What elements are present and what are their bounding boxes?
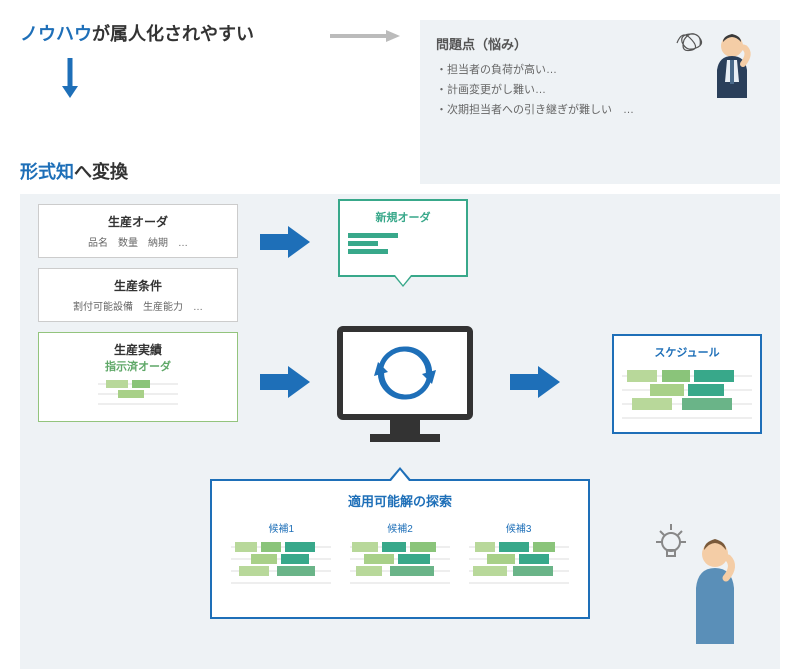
arrow-right-gray-icon (330, 28, 400, 184)
candidate-label: 候補2 (350, 520, 450, 535)
headline-knowhow: ノウハウが属人化されやすい (20, 20, 300, 46)
schedule-title: スケジュール (622, 344, 752, 360)
new-order-box: 新規オーダ (338, 199, 468, 277)
new-order-title: 新規オーダ (348, 209, 458, 225)
candidate-3: 候補3 (469, 520, 569, 594)
box-sub: 品名 数量 納期 … (49, 234, 227, 249)
thinking-person-icon (680, 534, 750, 659)
candidate-1: 候補1 (231, 520, 331, 594)
candidate-gantt-icon (350, 541, 450, 589)
main-diagram: 生産オーダ 品名 数量 納期 … 生産条件 割付可能設備 生産能力 … 生産実績… (20, 194, 780, 669)
schedule-box: スケジュール (612, 334, 762, 434)
search-title: 適用可能解の探索 (222, 491, 578, 510)
headline-blue-text: ノウハウ (20, 24, 92, 44)
headline-rest-text: が属人化されやすい (92, 24, 254, 44)
box-title: 生産実績 (49, 341, 227, 358)
problem-box: 問題点（悩み） ・担当者の負荷が高い… ・計画変更がし難い… ・次期担当者への引… (420, 20, 780, 184)
schedule-gantt-icon (622, 368, 752, 423)
monitor-icon (330, 324, 480, 459)
candidate-label: 候補1 (231, 520, 331, 535)
production-condition-box: 生産条件 割付可能設備 生産能力 … (38, 268, 238, 322)
headline-formalize: 形式知へ変換 (20, 158, 300, 184)
box-sub-green: 指示済オーダ (49, 358, 227, 374)
arrow-right-icon (260, 364, 310, 405)
candidate-gantt-icon (231, 541, 331, 589)
arrow-right-icon (510, 364, 560, 405)
production-result-box: 生産実績 指示済オーダ (38, 332, 238, 422)
worried-person-icon (705, 30, 760, 115)
search-solutions-box: 適用可能解の探索 候補1 候補2 (210, 479, 590, 619)
production-order-box: 生産オーダ 品名 数量 納期 … (38, 204, 238, 258)
candidate-label: 候補3 (469, 520, 569, 535)
new-order-bars-icon (348, 233, 458, 254)
arrow-right-icon (260, 224, 310, 265)
headline2-blue-text: 形式知 (20, 162, 74, 182)
arrow-down-icon (60, 58, 300, 103)
box-sub: 割付可能設備 生産能力 … (49, 298, 227, 313)
mini-gantt-icon (98, 378, 178, 413)
headline2-rest-text: へ変換 (74, 162, 128, 182)
box-title: 生産条件 (49, 277, 227, 294)
candidate-gantt-icon (469, 541, 569, 589)
box-title: 生産オーダ (49, 213, 227, 230)
candidate-2: 候補2 (350, 520, 450, 594)
